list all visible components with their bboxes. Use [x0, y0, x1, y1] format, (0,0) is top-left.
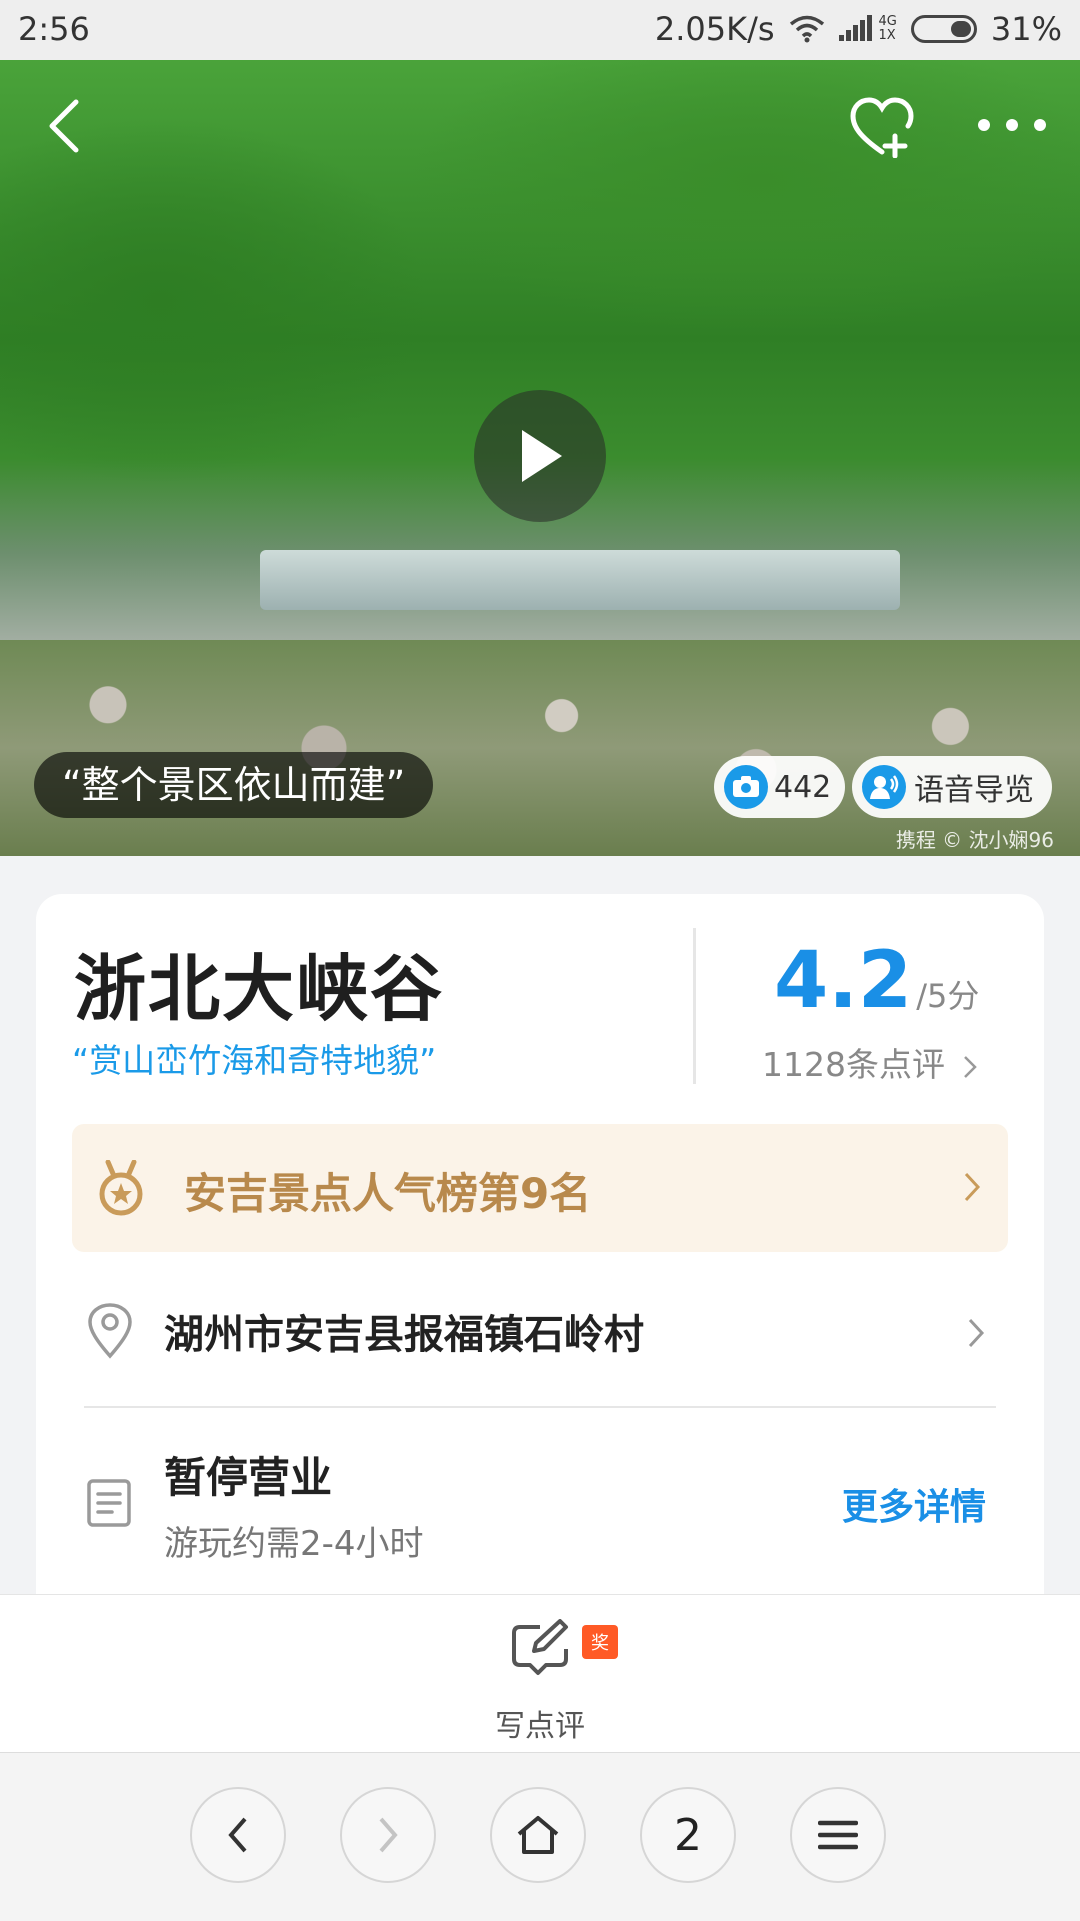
chevron-right-icon: [964, 1055, 978, 1078]
score-unit: /5分: [916, 977, 980, 1015]
wifi-icon: [789, 15, 824, 43]
opening-status: 暂停营业: [164, 1453, 333, 1502]
home-icon: [517, 1816, 559, 1854]
hours-row[interactable]: 暂停营业 游玩约需2-4小时 更多详情: [72, 1434, 1008, 1584]
back-button[interactable]: [34, 96, 94, 156]
attraction-info-card: 浙北大峡谷 “赏山峦竹海和奇特地貌” 4.2 /5分 1128条点评 安吉景点人…: [36, 894, 1044, 1594]
write-review-bar: 奖 写点评: [0, 1594, 1080, 1753]
back-arrow-icon: [49, 99, 79, 153]
ranking-banner[interactable]: 安吉景点人气榜第9名: [72, 1124, 1008, 1252]
ranking-label: 安吉景点人气榜第9名: [184, 1169, 592, 1218]
audio-guide-button[interactable]: 语音导览: [852, 756, 1052, 818]
review-count: 1128条点评: [762, 1045, 945, 1084]
audio-guide-label: 语音导览: [914, 773, 1034, 808]
write-review-label: 写点评: [495, 1709, 585, 1744]
vertical-divider: [693, 928, 696, 1084]
more-dots-icon: [978, 119, 1046, 131]
browser-menu-button[interactable]: [790, 1787, 886, 1883]
edit-review-icon: [512, 1619, 568, 1675]
visit-duration: 游玩约需2-4小时: [164, 1524, 424, 1564]
chevron-right-icon: [379, 1817, 398, 1853]
photo-credit: 携程 © 沈小娴96: [895, 828, 1054, 852]
browser-home-button[interactable]: [490, 1787, 586, 1883]
status-icons: 2.05K/s 4G 1X 31%: [655, 10, 1062, 48]
review-count-link[interactable]: 1128条点评: [762, 1038, 979, 1086]
signal-icon: [838, 15, 872, 41]
address-text: 湖州市安吉县报福镇石岭村: [164, 1312, 644, 1358]
network-type: 4G 1X: [879, 15, 897, 43]
battery-percent: 31%: [990, 10, 1062, 48]
location-pin-icon: [88, 1303, 132, 1359]
hero-caption: “整个景区依山而建”: [34, 752, 434, 818]
heart-plus-icon: [850, 97, 914, 158]
document-icon: [87, 1479, 131, 1527]
chevron-right-icon: [968, 1318, 985, 1348]
attraction-tagline: “赏山峦竹海和奇特地貌”: [72, 1041, 437, 1080]
favorite-button[interactable]: [846, 94, 918, 160]
network-speed: 2.05K/s: [654, 10, 775, 48]
browser-tabs-button[interactable]: 2: [640, 1787, 736, 1883]
write-review-button[interactable]: 奖 写点评: [470, 1611, 618, 1744]
network-type-bottom: 1X: [878, 28, 896, 43]
status-bar: 2:56 2.05K/s 4G 1X 31%: [0, 0, 1080, 60]
score-value: 4.2: [774, 936, 913, 1026]
rating-score[interactable]: 4.2 /5分: [774, 936, 979, 1026]
address-row[interactable]: 湖州市安吉县报福镇石岭村: [72, 1274, 1008, 1390]
hero-image[interactable]: “整个景区依山而建” 442 语音导览 携程 © 沈小娴96: [0, 60, 1080, 856]
chevron-right-icon: [964, 1172, 981, 1202]
battery-icon: [910, 15, 977, 43]
camera-icon: [724, 765, 768, 809]
browser-forward-button[interactable]: [340, 1787, 436, 1883]
audio-guide-icon: [862, 765, 906, 809]
tab-count: 2: [674, 1809, 702, 1861]
play-video-button[interactable]: [474, 390, 606, 522]
browser-navigation-bar: 2: [0, 1752, 1080, 1921]
photo-count: 442: [774, 769, 832, 805]
medal-icon: [99, 1160, 143, 1216]
play-icon: [522, 430, 562, 482]
more-details-link[interactable]: 更多详情: [842, 1478, 986, 1530]
network-type-top: 4G: [878, 14, 897, 29]
reward-badge: 奖: [582, 1625, 618, 1659]
hero-waterfall-shape: [260, 550, 900, 610]
browser-back-button[interactable]: [190, 1787, 286, 1883]
chevron-left-icon: [228, 1817, 247, 1853]
horizontal-divider: [84, 1406, 996, 1408]
hamburger-menu-icon: [818, 1820, 858, 1850]
more-options-button[interactable]: [976, 110, 1048, 140]
status-time: 2:56: [18, 10, 90, 48]
photo-count-button[interactable]: 442: [714, 756, 846, 818]
attraction-title: 浙北大峡谷: [74, 947, 445, 1031]
